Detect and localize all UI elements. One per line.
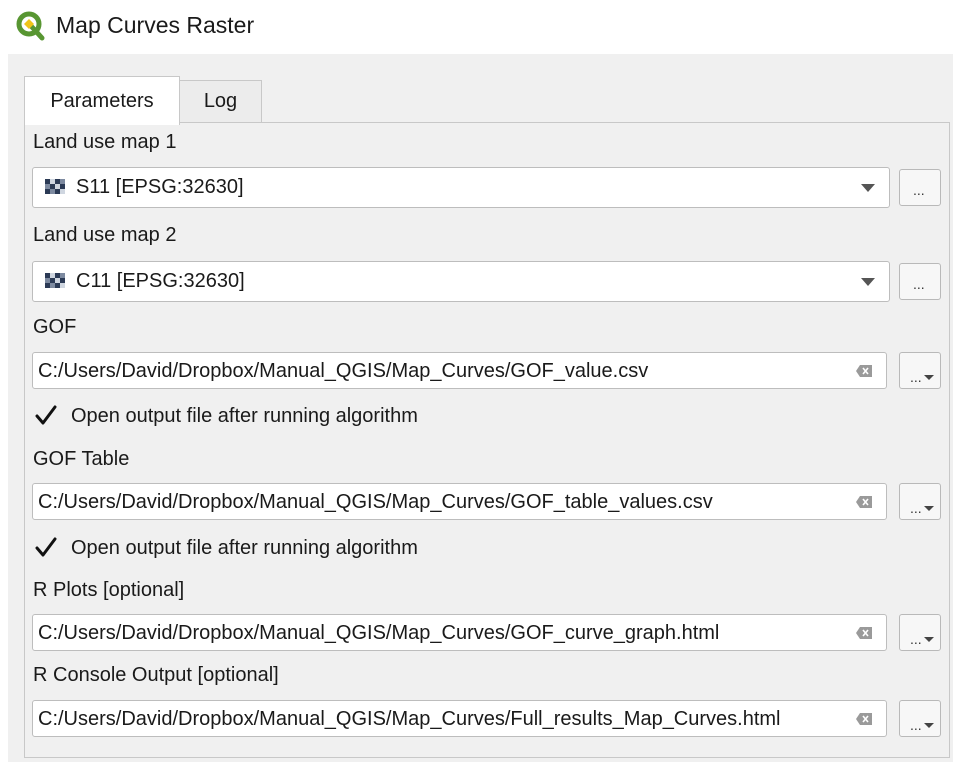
- r-console-output-browse-button[interactable]: ...: [899, 700, 941, 737]
- checkmark-icon[interactable]: [34, 404, 58, 428]
- chevron-down-icon: [924, 506, 934, 511]
- chevron-down-icon[interactable]: [861, 184, 875, 192]
- gof-table-open-output-label[interactable]: Open output file after running algorithm: [71, 537, 418, 560]
- ellipsis-icon: ...: [913, 276, 925, 292]
- gof-path-field[interactable]: C:/Users/David/Dropbox/Manual_QGIS/Map_C…: [32, 352, 887, 389]
- land-use-map-1-value: S11 [EPSG:32630]: [76, 176, 244, 198]
- gof-table-browse-button[interactable]: ...: [899, 483, 941, 520]
- r-console-output-path-value: C:/Users/David/Dropbox/Manual_QGIS/Map_C…: [38, 708, 781, 730]
- r-plots-path-field[interactable]: C:/Users/David/Dropbox/Manual_QGIS/Map_C…: [32, 614, 887, 651]
- land-use-map-1-select[interactable]: S11 [EPSG:32630]: [32, 167, 890, 208]
- chevron-down-icon: [924, 637, 934, 642]
- r-plots-label: R Plots [optional]: [33, 579, 185, 601]
- tab-parameters[interactable]: Parameters: [24, 76, 180, 125]
- raster-layer-icon: [45, 179, 65, 194]
- gof-path-value: C:/Users/David/Dropbox/Manual_QGIS/Map_C…: [38, 360, 649, 382]
- clear-field-icon[interactable]: [856, 365, 872, 377]
- gof-table-path-value: C:/Users/David/Dropbox/Manual_QGIS/Map_C…: [38, 491, 713, 513]
- title-bar: Map Curves Raster: [0, 0, 953, 52]
- r-plots-browse-button[interactable]: ...: [899, 614, 941, 651]
- gof-browse-button[interactable]: ...: [899, 352, 941, 389]
- chevron-down-icon: [924, 723, 934, 728]
- land-use-map-2-browse-button[interactable]: ...: [899, 263, 941, 300]
- gof-label: GOF: [33, 316, 77, 338]
- qgis-logo-icon: [16, 11, 45, 41]
- r-console-output-label: R Console Output [optional]: [33, 664, 279, 686]
- land-use-map-1-browse-button[interactable]: ...: [899, 169, 941, 206]
- land-use-map-2-value: C11 [EPSG:32630]: [76, 270, 245, 292]
- raster-layer-icon: [45, 273, 65, 288]
- ellipsis-icon: ...: [910, 631, 922, 647]
- clear-field-icon[interactable]: [856, 713, 872, 725]
- ellipsis-icon: ...: [910, 717, 922, 733]
- checkmark-icon[interactable]: [34, 536, 58, 560]
- window-title: Map Curves Raster: [56, 12, 255, 38]
- parameters-panel: [24, 122, 950, 758]
- gof-open-output-label[interactable]: Open output file after running algorithm: [71, 405, 418, 428]
- gof-table-path-field[interactable]: C:/Users/David/Dropbox/Manual_QGIS/Map_C…: [32, 483, 887, 520]
- r-console-output-path-field[interactable]: C:/Users/David/Dropbox/Manual_QGIS/Map_C…: [32, 700, 887, 737]
- ellipsis-icon: ...: [913, 182, 925, 198]
- clear-field-icon[interactable]: [856, 496, 872, 508]
- land-use-map-2-select[interactable]: C11 [EPSG:32630]: [32, 261, 890, 302]
- tab-log[interactable]: Log: [179, 80, 262, 123]
- land-use-map-1-label: Land use map 1: [33, 131, 177, 153]
- ellipsis-icon: ...: [910, 369, 922, 385]
- r-plots-path-value: C:/Users/David/Dropbox/Manual_QGIS/Map_C…: [38, 622, 720, 644]
- chevron-down-icon: [924, 375, 934, 380]
- gof-table-label: GOF Table: [33, 448, 130, 470]
- chevron-down-icon[interactable]: [861, 278, 875, 286]
- ellipsis-icon: ...: [910, 500, 922, 516]
- clear-field-icon[interactable]: [856, 627, 872, 639]
- land-use-map-2-label: Land use map 2: [33, 224, 177, 246]
